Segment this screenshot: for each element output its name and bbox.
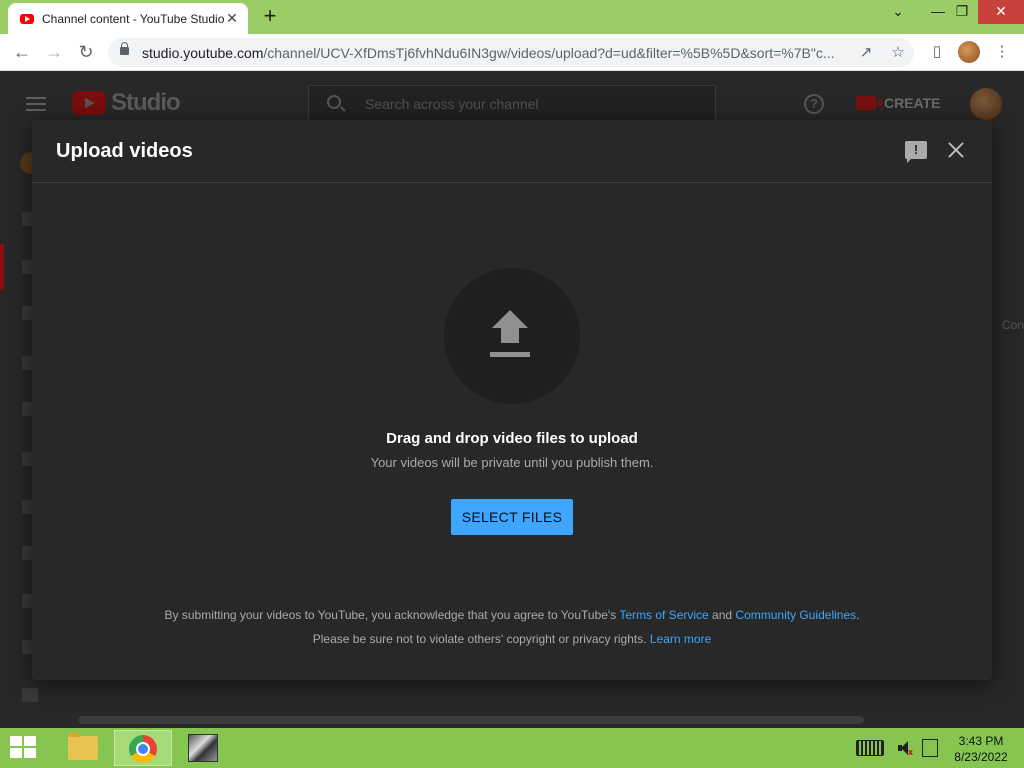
sidebar-active-indicator	[0, 244, 4, 290]
legal-notice-line2: Please be sure not to violate others' co…	[32, 632, 992, 646]
app-icon	[188, 734, 218, 762]
back-arrow-icon[interactable]: ←	[10, 40, 34, 64]
taskbar-file-explorer[interactable]	[54, 730, 112, 766]
search-placeholder: Search across your channel	[365, 96, 539, 112]
hamburger-menu-icon[interactable]	[26, 97, 46, 111]
upload-arrow-icon	[490, 310, 534, 362]
browser-toolbar: ← → ↻ studio.youtube.com/channel/UCV-XfD…	[0, 34, 1024, 71]
youtube-logo-icon[interactable]	[72, 91, 106, 115]
create-label: CREATE	[884, 95, 941, 111]
lock-icon	[120, 42, 129, 55]
browser-tab[interactable]: Channel content - YouTube Studio ✕	[8, 3, 248, 34]
tab-title: Channel content - YouTube Studio	[42, 11, 224, 26]
browser-titlebar: Channel content - YouTube Studio ✕ + ⌄ —…	[0, 0, 1024, 34]
video-camera-icon	[856, 96, 882, 110]
url-text[interactable]: studio.youtube.com/channel/UCV-XfDmsTj6f…	[142, 45, 842, 61]
share-icon[interactable]: ↗	[856, 43, 876, 63]
clock-time[interactable]: 3:43 PM	[946, 734, 1016, 748]
column-header-fragment: Con	[1002, 318, 1024, 332]
keyboard-icon[interactable]	[856, 740, 884, 756]
help-icon[interactable]: ?	[804, 94, 824, 114]
restore-button[interactable]: ❐	[944, 0, 980, 24]
search-icon	[327, 95, 341, 109]
clock-date[interactable]: 8/23/2022	[946, 750, 1016, 764]
upload-dialog: Upload videos Drag and drop video files …	[32, 120, 992, 680]
reload-icon[interactable]: ↻	[74, 40, 98, 64]
channel-search-input[interactable]: Search across your channel	[308, 85, 716, 121]
forward-arrow-icon[interactable]: →	[42, 40, 66, 64]
side-panel-icon[interactable]: ▯	[927, 42, 947, 62]
feedback-icon[interactable]	[905, 141, 927, 163]
legal-text-end: .	[856, 608, 860, 622]
horizontal-scrollbar[interactable]	[78, 716, 864, 724]
drag-drop-subtitle: Your videos will be private until you pu…	[370, 455, 654, 470]
taskbar-app[interactable]	[176, 730, 234, 766]
tab-search-icon[interactable]: ⌄	[880, 0, 916, 24]
create-button[interactable]: CREATE	[846, 89, 950, 117]
legal-text-and: and	[708, 608, 736, 622]
dialog-divider	[32, 182, 992, 183]
kebab-menu-icon[interactable]: ⋮	[992, 42, 1012, 62]
account-avatar[interactable]	[970, 88, 1002, 120]
url-domain: studio.youtube.com	[142, 45, 264, 61]
close-icon[interactable]	[944, 138, 968, 162]
youtube-favicon-icon	[20, 13, 34, 24]
window-close-button[interactable]: ✕	[978, 0, 1024, 24]
terms-of-service-link[interactable]: Terms of Service	[619, 608, 708, 622]
tab-close-icon[interactable]: ✕	[224, 10, 240, 27]
dialog-title: Upload videos	[56, 140, 193, 162]
upload-drop-target[interactable]	[444, 268, 580, 404]
profile-avatar[interactable]	[958, 41, 980, 63]
windows-taskbar: x 3:43 PM 8/23/2022	[0, 728, 1024, 768]
url-path: /channel/UCV-XfDmsTj6fvhNdu6IN3gw/videos…	[263, 45, 835, 61]
send-feedback-icon[interactable]	[22, 688, 38, 702]
folder-icon	[68, 733, 98, 760]
chrome-icon	[129, 735, 157, 763]
network-icon[interactable]	[922, 739, 938, 757]
taskbar-chrome[interactable]	[114, 730, 172, 766]
address-bar[interactable]: studio.youtube.com/channel/UCV-XfDmsTj6f…	[108, 38, 914, 67]
learn-more-link[interactable]: Learn more	[650, 632, 711, 646]
community-guidelines-link[interactable]: Community Guidelines	[735, 608, 856, 622]
bookmark-star-icon[interactable]: ☆	[888, 43, 908, 63]
legal-text: By submitting your videos to YouTube, yo…	[164, 608, 620, 622]
new-tab-button[interactable]: +	[258, 5, 282, 29]
legal-text-2: Please be sure not to violate others' co…	[312, 632, 650, 646]
mute-x-icon: x	[908, 747, 914, 757]
drag-drop-title: Drag and drop video files to upload	[386, 430, 638, 447]
windows-start-icon[interactable]	[10, 736, 38, 760]
legal-notice-line1: By submitting your videos to YouTube, yo…	[32, 608, 992, 622]
select-files-button[interactable]: SELECT FILES	[451, 499, 573, 535]
studio-logo-text: Studio	[111, 89, 181, 116]
